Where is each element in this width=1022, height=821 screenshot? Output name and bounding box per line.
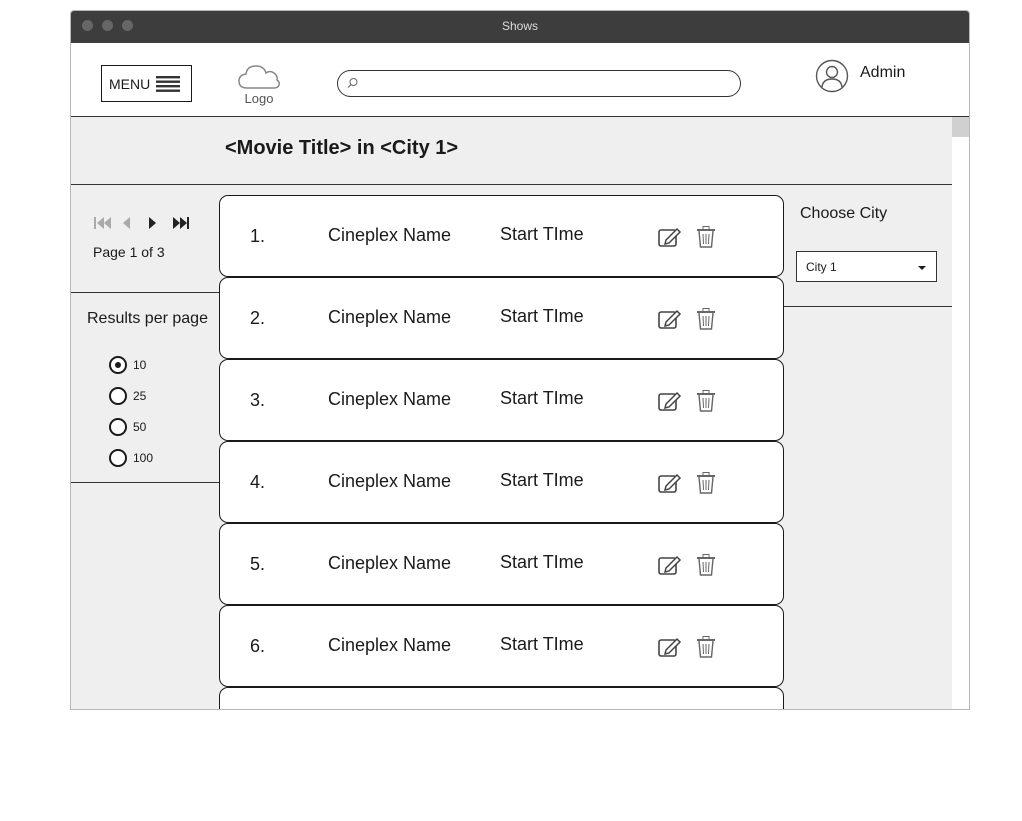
previous-page-icon[interactable] bbox=[121, 215, 133, 231]
trash-icon[interactable] bbox=[696, 226, 716, 248]
edit-icon[interactable] bbox=[658, 390, 682, 412]
show-row[interactable]: 2. Cineplex Name Start TIme bbox=[219, 277, 784, 359]
cineplex-name: Cineplex Name bbox=[328, 635, 452, 655]
search-icon bbox=[347, 78, 358, 88]
caret-down-icon bbox=[918, 266, 926, 270]
user-name[interactable]: Admin bbox=[860, 64, 905, 82]
radio-selected-icon[interactable] bbox=[109, 356, 127, 374]
trash-icon[interactable] bbox=[696, 472, 716, 494]
row-number: 5. bbox=[250, 554, 266, 574]
radio-label: 50 bbox=[133, 420, 147, 434]
city-dropdown-value: City 1 bbox=[806, 260, 837, 274]
cloud-icon bbox=[238, 65, 280, 89]
row-number: 1. bbox=[250, 226, 266, 246]
radio-icon[interactable] bbox=[109, 418, 127, 436]
start-time: Start TIme bbox=[500, 224, 584, 244]
choose-city-label: Choose City bbox=[800, 205, 888, 222]
radio-label: 100 bbox=[133, 451, 154, 465]
radio-icon[interactable] bbox=[109, 449, 127, 467]
show-row[interactable]: 3. Cineplex Name Start TIme bbox=[219, 359, 784, 441]
radio-option-100[interactable]: 100 bbox=[109, 449, 209, 469]
edit-icon[interactable] bbox=[658, 636, 682, 658]
row-number: 2. bbox=[250, 308, 266, 328]
trash-icon[interactable] bbox=[696, 308, 716, 330]
next-page-icon[interactable] bbox=[146, 215, 158, 231]
app-window: Shows MENU Logo Admin <Movie Title> in <… bbox=[70, 10, 970, 710]
page-indicator: Page 1 of 3 bbox=[93, 244, 165, 260]
edit-icon[interactable] bbox=[658, 472, 682, 494]
show-row[interactable]: 4. Cineplex Name Start TIme bbox=[219, 441, 784, 523]
start-time: Start TIme bbox=[500, 552, 584, 572]
start-time: Start TIme bbox=[500, 634, 584, 654]
row-number: 6. bbox=[250, 636, 266, 656]
vertical-scrollbar[interactable] bbox=[952, 117, 969, 709]
pager-divider bbox=[71, 292, 219, 293]
radio-icon[interactable] bbox=[109, 387, 127, 405]
start-time: Start TIme bbox=[500, 306, 584, 326]
city-dropdown[interactable]: City 1 bbox=[796, 251, 937, 282]
cineplex-name: Cineplex Name bbox=[328, 389, 452, 409]
last-page-icon[interactable] bbox=[171, 215, 191, 231]
hamburger-icon bbox=[156, 76, 180, 92]
radio-option-50[interactable]: 50 bbox=[109, 418, 209, 438]
show-row-partial[interactable] bbox=[219, 687, 784, 709]
cineplex-name: Cineplex Name bbox=[328, 225, 452, 245]
city-panel-divider bbox=[783, 306, 954, 307]
show-row[interactable]: 5. Cineplex Name Start TIme bbox=[219, 523, 784, 605]
start-time: Start TIme bbox=[500, 470, 584, 490]
city-filter-panel: Choose City City 1 bbox=[783, 185, 954, 306]
cineplex-name: Cineplex Name bbox=[328, 553, 452, 573]
trash-icon[interactable] bbox=[696, 390, 716, 412]
start-time: Start TIme bbox=[500, 388, 584, 408]
logo-label: Logo bbox=[244, 91, 274, 106]
results-per-page-title: Results per page bbox=[87, 310, 208, 327]
row-number: 3. bbox=[250, 390, 266, 410]
search-input[interactable] bbox=[362, 74, 726, 94]
radio-option-10[interactable]: 10 bbox=[109, 356, 209, 376]
show-row[interactable]: 1. Cineplex Name Start TIme bbox=[219, 195, 784, 277]
results-per-page-divider bbox=[71, 482, 219, 483]
cineplex-name: Cineplex Name bbox=[328, 307, 452, 327]
page-title: <Movie Title> in <City 1> bbox=[225, 137, 459, 159]
app-header: MENU Logo Admin bbox=[71, 43, 969, 117]
cineplex-name: Cineplex Name bbox=[328, 471, 452, 491]
edit-icon[interactable] bbox=[658, 554, 682, 576]
search-box[interactable] bbox=[337, 70, 741, 97]
trash-icon[interactable] bbox=[696, 554, 716, 576]
edit-icon[interactable] bbox=[658, 308, 682, 330]
scrollbar-thumb[interactable] bbox=[952, 117, 969, 137]
show-row[interactable]: 6. Cineplex Name Start TIme bbox=[219, 605, 784, 687]
radio-label: 10 bbox=[133, 358, 147, 372]
user-icon[interactable] bbox=[815, 59, 849, 93]
window-title: Shows bbox=[501, 19, 539, 33]
logo[interactable]: Logo bbox=[237, 63, 281, 111]
row-number: 4. bbox=[250, 472, 266, 492]
first-page-icon[interactable] bbox=[93, 215, 113, 231]
radio-label: 25 bbox=[133, 389, 147, 403]
radio-option-25[interactable]: 25 bbox=[109, 387, 209, 407]
main-content: <Movie Title> in <City 1> Page 1 of 3 Re… bbox=[71, 117, 954, 709]
menu-button[interactable]: MENU bbox=[101, 65, 192, 102]
trash-icon[interactable] bbox=[696, 636, 716, 658]
pagination: Page 1 of 3 bbox=[71, 185, 219, 291]
menu-label: MENU bbox=[109, 75, 151, 92]
edit-icon[interactable] bbox=[658, 226, 682, 248]
title-bar: Shows bbox=[71, 11, 969, 43]
